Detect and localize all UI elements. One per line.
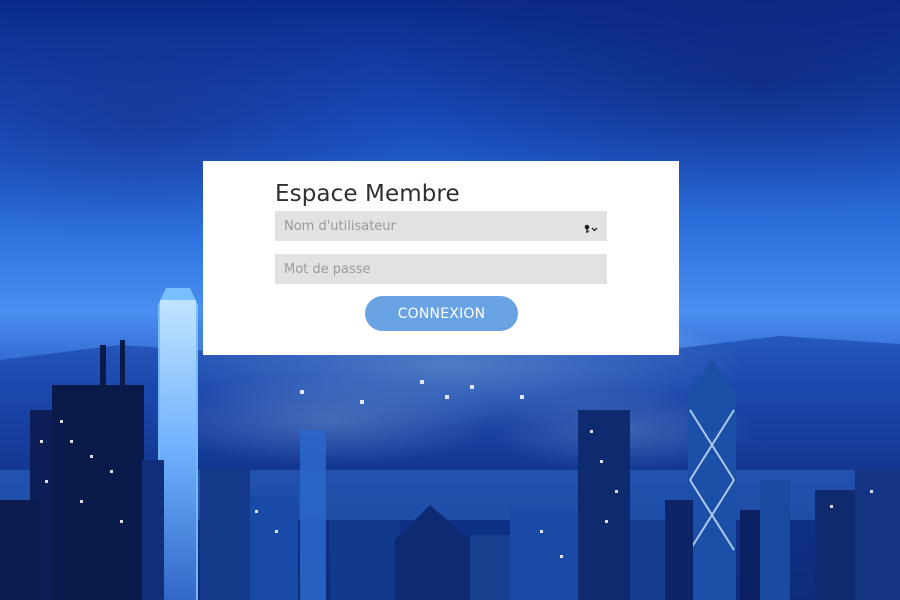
username-input[interactable] [275, 211, 607, 241]
login-title: Espace Membre [275, 181, 460, 207]
password-field-wrapper [275, 254, 607, 284]
connexion-button[interactable]: CONNEXION [365, 296, 518, 331]
login-card: Espace Membre CONNEXION [203, 161, 679, 355]
password-input[interactable] [275, 254, 607, 284]
username-field-wrapper [275, 211, 607, 241]
key-dropdown-icon[interactable] [584, 221, 598, 233]
